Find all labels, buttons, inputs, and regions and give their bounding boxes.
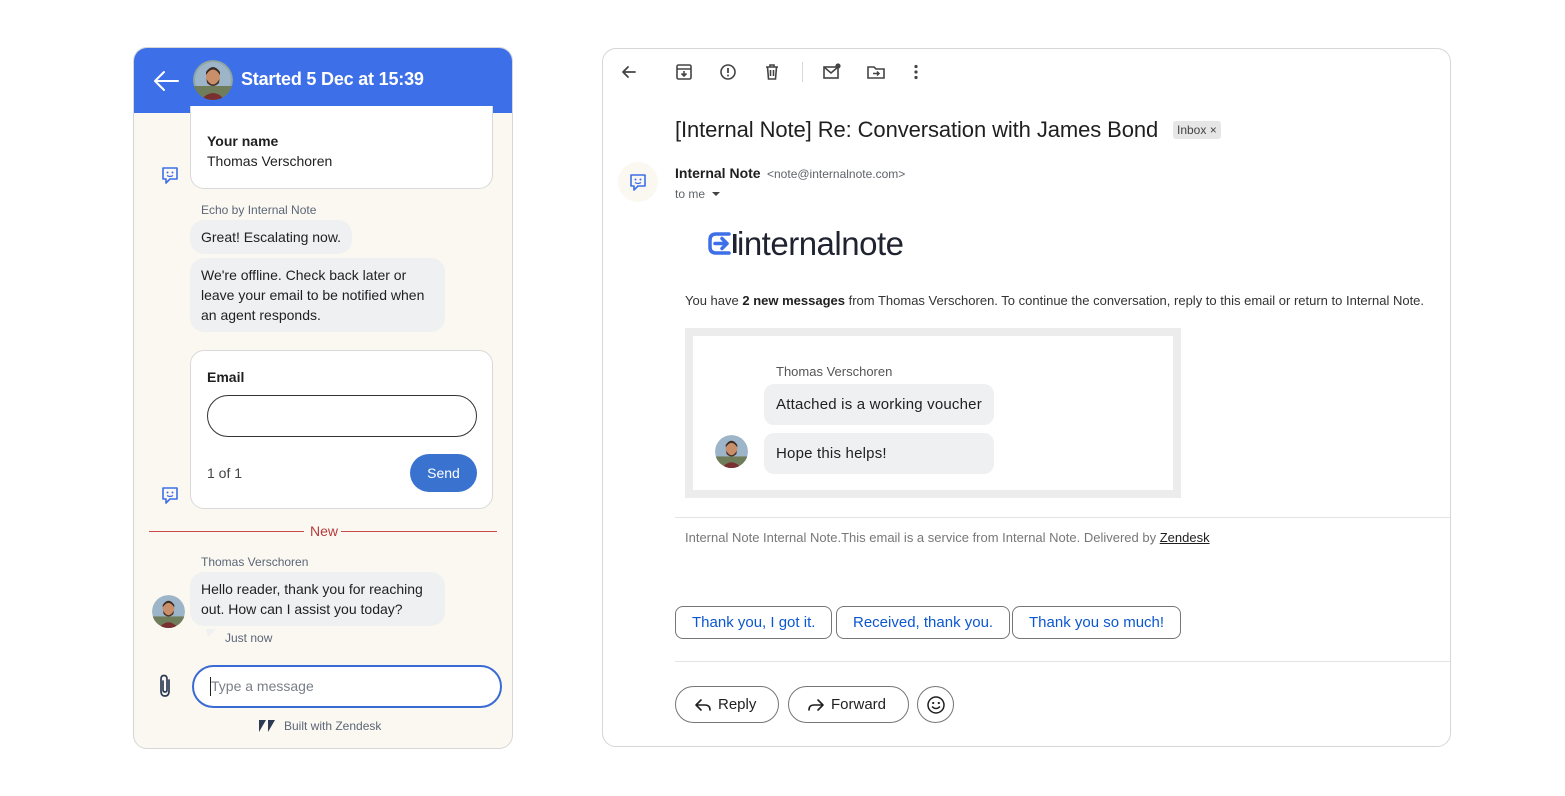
caret-down-icon[interactable] — [711, 190, 721, 198]
inbox-label-chip[interactable]: Inbox × — [1173, 121, 1221, 139]
forward-icon — [808, 699, 824, 711]
bot-avatar-icon — [162, 487, 178, 504]
quote-sender-name: Thomas Verschoren — [776, 364, 893, 379]
quoted-conversation-inner: Thomas Verschoren Attached is a working … — [693, 336, 1173, 490]
bot-sender-name: Echo by Internal Note — [201, 203, 317, 217]
bot-avatar-icon — [162, 167, 178, 184]
mark-unread-icon[interactable] — [822, 62, 842, 82]
new-divider-label: New — [310, 523, 339, 539]
intro-count: 2 new messages — [742, 293, 845, 308]
form-pager: 1 of 1 — [207, 465, 243, 481]
email-footer: Internal Note Internal Note.This email i… — [685, 530, 1210, 545]
name-value: Thomas Verschoren — [207, 153, 333, 169]
message-tail-icon — [206, 629, 216, 637]
toolbar-separator — [802, 62, 803, 82]
attachment-icon[interactable] — [154, 673, 176, 699]
name-label: Your name — [207, 133, 279, 149]
intro-suffix: from Thomas Verschoren. To continue the … — [844, 293, 1425, 308]
intro-prefix: You have — [685, 293, 743, 308]
bot-message: We're offline. Check back later or leave… — [190, 258, 445, 332]
chat-widget: Started 5 Dec at 15:39 Your name Thomas … — [133, 47, 513, 749]
email-label: Email — [207, 369, 245, 385]
sender-avatar — [618, 162, 658, 202]
chat-title: Started 5 Dec at 15:39 — [241, 69, 424, 89]
email-form-card: Email 1 of 1 Send — [190, 350, 493, 509]
email-field[interactable] — [207, 395, 477, 437]
smart-reply-button[interactable]: Thank you, I got it. — [675, 606, 833, 639]
zendesk-logo-icon — [259, 720, 275, 732]
quote-message: Hope this helps! — [764, 433, 994, 474]
reply-label: Reply — [718, 696, 757, 713]
user-message: Hello reader, thank you for reaching out… — [190, 572, 445, 626]
chat-header: Started 5 Dec at 15:39 — [134, 48, 512, 113]
emoji-icon — [927, 696, 945, 714]
emoji-reaction-button[interactable] — [917, 686, 954, 723]
quote-message: Attached is a working voucher — [764, 384, 994, 425]
email-subject: [Internal Note] Re: Conversation with Ja… — [675, 117, 1159, 142]
archive-icon[interactable] — [674, 62, 694, 82]
content-divider — [675, 517, 1450, 518]
logo-text: internalnote — [737, 225, 904, 262]
sender-name: Internal Note — [675, 165, 761, 181]
back-arrow-icon[interactable] — [152, 68, 180, 94]
more-vert-icon[interactable] — [906, 62, 926, 82]
bot-avatar-icon — [630, 174, 646, 191]
message-input[interactable]: Type a message — [192, 665, 502, 708]
new-divider-line — [341, 531, 497, 532]
reply-icon — [695, 699, 711, 711]
name-card: Your name Thomas Verschoren — [190, 106, 493, 189]
zendesk-link[interactable]: Zendesk — [1160, 530, 1210, 545]
new-divider-line — [149, 531, 304, 532]
built-with-footer: Built with Zendesk — [284, 719, 382, 733]
actions-divider — [675, 661, 1450, 662]
bot-message: Great! Escalating now. — [190, 220, 353, 254]
avatar — [152, 595, 185, 628]
avatar — [715, 435, 748, 468]
message-timestamp: Just now — [225, 631, 273, 645]
email-intro: You have 2 new messages from Thomas Vers… — [685, 293, 1424, 308]
back-arrow-icon[interactable] — [619, 62, 639, 82]
smart-reply-button[interactable]: Thank you so much! — [1012, 606, 1182, 639]
delete-icon[interactable] — [762, 62, 782, 82]
quoted-conversation: Thomas Verschoren Attached is a working … — [685, 328, 1181, 498]
footer-text: Internal Note Internal Note.This email i… — [685, 530, 1160, 545]
report-spam-icon[interactable] — [718, 62, 738, 82]
avatar — [193, 60, 233, 100]
forward-button[interactable]: Forward — [788, 686, 909, 723]
send-button[interactable]: Send — [410, 454, 477, 492]
user-sender-name: Thomas Verschoren — [201, 555, 309, 569]
message-placeholder: Type a message — [211, 678, 314, 694]
forward-label: Forward — [831, 696, 887, 713]
move-to-icon[interactable] — [866, 62, 886, 82]
sender-email: <note@internalnote.com> — [767, 167, 906, 181]
smart-reply-button[interactable]: Received, thank you. — [836, 606, 1011, 639]
recipient-summary[interactable]: to me — [675, 187, 705, 201]
reply-button[interactable]: Reply — [675, 686, 779, 723]
email-viewer: [Internal Note] Re: Conversation with Ja… — [602, 48, 1451, 747]
